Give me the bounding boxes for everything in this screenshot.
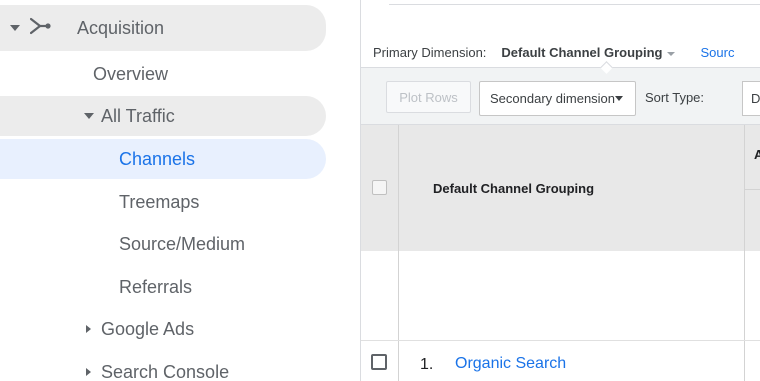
sidebar-item-label: Search Console	[101, 361, 230, 381]
acquisition-icon	[29, 17, 52, 40]
column-divider	[398, 125, 399, 251]
sidebar-item-label: Treemaps	[119, 191, 200, 212]
sidebar-item-overview[interactable]: Overview	[0, 54, 326, 94]
sidebar-item-label: Overview	[93, 63, 169, 84]
totals-row	[361, 251, 760, 341]
select-all-checkbox[interactable]	[372, 180, 387, 195]
chevron-down-icon	[615, 96, 623, 101]
source-dimension-link[interactable]: Sourc	[700, 45, 734, 60]
chevron-right-icon	[86, 368, 91, 376]
secondary-dimension-label: Secondary dimension	[490, 91, 616, 106]
table-row: 1. Organic Search	[361, 341, 760, 381]
chevron-right-icon	[86, 325, 91, 333]
sidebar-item-all-traffic[interactable]: All Traffic	[0, 96, 326, 136]
secondary-dimension-dropdown[interactable]: Secondary dimension	[479, 81, 636, 116]
sidebar-item-channels[interactable]: Channels	[0, 139, 326, 179]
row-index: 1.	[420, 356, 434, 373]
table-header: Default Channel Grouping A	[361, 124, 760, 251]
sidebar-item-referrals[interactable]: Referrals	[0, 267, 326, 307]
column-header-channel-grouping[interactable]: Default Channel Grouping	[433, 181, 594, 196]
sidebar-item-source-medium[interactable]: Source/Medium	[0, 224, 326, 264]
column-divider	[744, 125, 745, 251]
sidebar-item-acquisition[interactable]: Acquisition	[0, 5, 326, 51]
column-divider	[744, 251, 745, 340]
sidebar-item-label: Source/Medium	[119, 233, 246, 254]
sidebar-item-treemaps[interactable]: Treemaps	[0, 182, 326, 222]
primary-dimension-label: Primary Dimension:	[373, 45, 487, 60]
sidebar-item-label: All Traffic	[101, 105, 175, 126]
sidebar-item-google-ads[interactable]: Google Ads	[0, 309, 326, 349]
row-checkbox[interactable]	[371, 354, 387, 370]
column-divider	[398, 341, 399, 381]
sidebar-item-label: Google Ads	[101, 318, 195, 339]
sidebar-item-label: Referrals	[119, 276, 193, 297]
table-toolbar: Plot Rows Secondary dimension Sort Type:…	[361, 67, 760, 125]
column-divider	[744, 341, 745, 381]
sidebar-item-label: Channels	[119, 148, 196, 169]
channel-link-organic-search[interactable]: Organic Search	[455, 355, 566, 373]
plot-rows-button[interactable]: Plot Rows	[386, 81, 471, 113]
sort-type-dropdown[interactable]: D	[742, 81, 760, 116]
sidebar-nav: Acquisition Overview All Traffic Channel…	[0, 0, 361, 381]
chevron-down-icon	[10, 25, 20, 31]
header-divider	[744, 189, 760, 190]
column-header-acquisition: A	[754, 147, 760, 162]
sort-type-label: Sort Type:	[645, 90, 705, 105]
sidebar-item-label: Acquisition	[77, 17, 165, 38]
chevron-down-icon	[84, 113, 94, 119]
primary-dimension-row: Primary Dimension: Default Channel Group…	[373, 45, 734, 60]
sidebar-item-search-console[interactable]: Search Console	[0, 352, 326, 381]
chevron-down-icon	[667, 51, 676, 56]
primary-dimension-selector[interactable]: Default Channel Grouping	[501, 45, 662, 60]
report-panel: Primary Dimension: Default Channel Group…	[361, 0, 760, 381]
column-divider	[398, 251, 399, 340]
divider	[389, 0, 760, 5]
